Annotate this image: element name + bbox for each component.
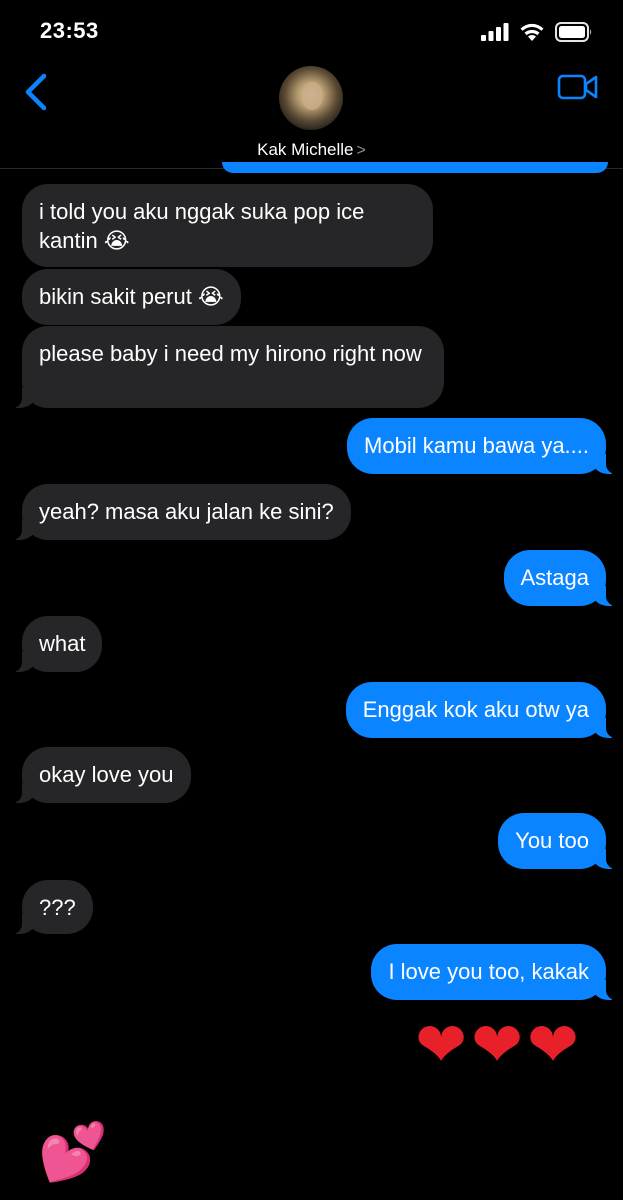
status-bar: 23:53 bbox=[0, 0, 623, 60]
chevron-left-icon bbox=[25, 73, 47, 111]
message-outgoing: Enggak kok aku otw ya bbox=[345, 682, 623, 738]
message-incoming: ??? bbox=[0, 880, 93, 934]
cellular-signal-icon bbox=[481, 23, 509, 41]
status-icons bbox=[481, 22, 593, 42]
message-incoming: i told you aku nggak suka pop ice kantin… bbox=[22, 184, 433, 267]
conversation-header: Kak Michelle > bbox=[0, 60, 623, 169]
avatar[interactable] bbox=[279, 66, 343, 130]
contact-name-link[interactable]: Kak Michelle > bbox=[0, 140, 623, 160]
message-incoming: bikin sakit perut 😭 bbox=[22, 269, 241, 325]
battery-icon bbox=[555, 22, 592, 42]
message-incoming: yeah? masa aku jalan ke sini? bbox=[0, 484, 351, 540]
hearts-emoji-message: ❤❤❤ bbox=[415, 1008, 583, 1081]
message-outgoing: You too bbox=[498, 813, 623, 869]
status-time: 23:53 bbox=[40, 18, 99, 43]
contact-name: Kak Michelle bbox=[257, 140, 354, 159]
message-incoming: okay love you bbox=[0, 747, 191, 803]
message-incoming: please baby i need my hirono right now bbox=[0, 326, 444, 408]
message-outgoing: I love you too, kakak bbox=[371, 944, 623, 1000]
wifi-icon bbox=[520, 23, 544, 41]
two-hearts-emoji-message: 💕 bbox=[38, 1120, 108, 1185]
back-button[interactable] bbox=[20, 72, 56, 112]
message-outgoing: Astaga bbox=[503, 550, 623, 606]
message-outgoing: Mobil kamu bawa ya.... bbox=[347, 418, 623, 474]
video-camera-icon bbox=[557, 74, 598, 100]
message-incoming: what bbox=[0, 616, 103, 672]
previous-message-bubble bbox=[222, 162, 608, 173]
chevron-right-icon: > bbox=[356, 142, 366, 159]
video-call-button[interactable] bbox=[557, 72, 599, 102]
